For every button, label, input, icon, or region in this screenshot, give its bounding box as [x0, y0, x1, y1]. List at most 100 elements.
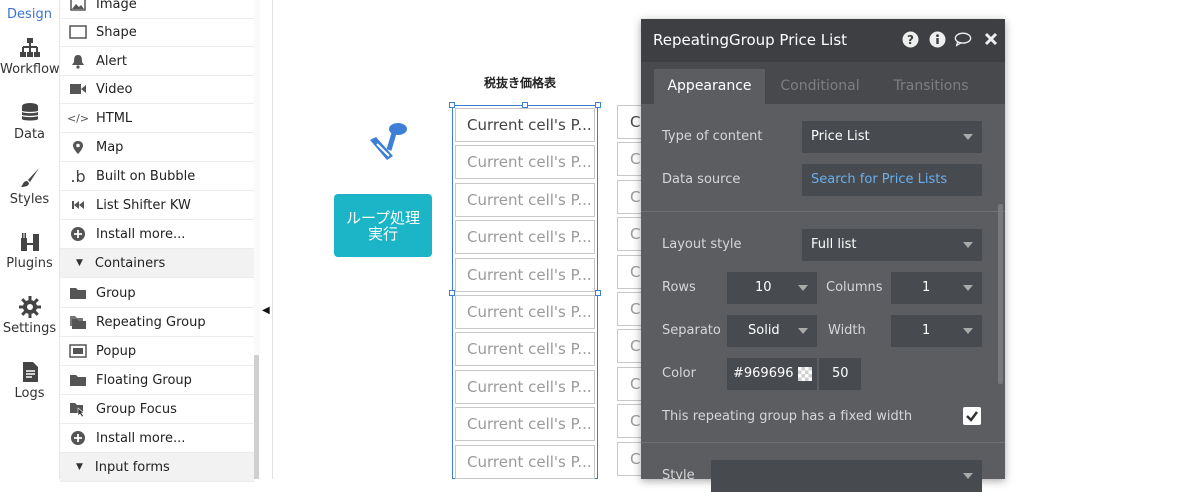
section-containers[interactable]: ▼ Containers	[60, 249, 254, 278]
resize-handle-top-left[interactable]	[449, 102, 455, 108]
rg-cell[interactable]: Current cell's P...	[455, 444, 595, 479]
folder-icon	[68, 285, 88, 301]
floating-folder-icon	[68, 372, 88, 388]
tab-appearance[interactable]: Appearance	[654, 69, 765, 104]
columns-label: Columns	[826, 280, 883, 295]
bubble-logo-icon[interactable]	[367, 120, 413, 166]
width-dropdown[interactable]: 1	[891, 315, 982, 347]
nav-styles[interactable]: Styles	[0, 166, 59, 207]
chevron-down-icon	[963, 242, 973, 248]
palette-item-repeating-group[interactable]: Repeating Group	[60, 308, 254, 337]
resize-handle-top[interactable]	[522, 102, 528, 108]
repeating-group-price-list[interactable]: Current cell's P... Current cell's P... Cu…	[452, 105, 598, 479]
nav-plugins[interactable]: Plugins	[0, 230, 59, 271]
separator-value: Solid	[748, 323, 780, 338]
palette-item-list-shifter[interactable]: List Shifter KW	[60, 191, 254, 220]
rg-cell[interactable]: Current cell's P...	[455, 369, 595, 404]
nav-design-label: Design	[7, 7, 52, 22]
caret-down-icon: ▼	[76, 462, 83, 472]
palette-item-label: HTML	[96, 110, 133, 126]
resize-handle-left[interactable]	[449, 290, 455, 296]
palette-item-shape[interactable]: Shape	[60, 18, 254, 47]
palette-item-image[interactable]: Image	[60, 0, 254, 19]
resize-handle-right[interactable]	[595, 290, 601, 296]
separator-dropdown[interactable]: Solid	[727, 315, 817, 347]
nav-logs-label: Logs	[14, 386, 45, 401]
data-source-label: Data source	[662, 172, 741, 187]
rg-cell[interactable]: Current cell's P...	[455, 145, 595, 180]
palette-item-floating-group[interactable]: Floating Group	[60, 366, 254, 395]
info-icon[interactable]	[928, 30, 946, 48]
help-icon[interactable]: ?	[901, 30, 919, 48]
layout-style-dropdown[interactable]: Full list	[802, 229, 982, 261]
color-swatch-icon[interactable]	[798, 367, 812, 381]
rows-value: 10	[755, 280, 772, 295]
type-of-content-label: Type of content	[662, 129, 763, 144]
tab-conditional[interactable]: Conditional	[768, 69, 872, 104]
palette-item-label: Install more...	[96, 430, 186, 446]
brush-icon	[20, 168, 39, 187]
video-icon	[68, 81, 88, 97]
collapse-panel-icon[interactable]: ◀	[262, 305, 270, 316]
palette-item-label: Repeating Group	[96, 314, 206, 330]
workflow-icon	[19, 38, 40, 57]
resize-handle-top-right[interactable]	[595, 102, 601, 108]
palette-item-group-focus[interactable]: Group Focus	[60, 395, 254, 424]
palette-item-install-more-containers[interactable]: Install more...	[60, 424, 254, 453]
nav-design[interactable]: Design	[0, 5, 59, 22]
nav-logs[interactable]: Logs	[0, 360, 59, 401]
property-editor-header[interactable]: RepeatingGroup Price List ?	[641, 19, 1005, 62]
nav-settings[interactable]: Settings	[0, 295, 59, 336]
fixed-width-checkbox[interactable]	[963, 407, 981, 425]
layout-style-value: Full list	[811, 237, 857, 252]
palette-item-alert[interactable]: Alert	[60, 47, 254, 76]
rg-cell[interactable]: Current cell's P...	[455, 332, 595, 367]
palette-item-video[interactable]: Video	[60, 75, 254, 104]
document-icon	[22, 362, 38, 382]
type-of-content-dropdown[interactable]: Price List	[802, 121, 982, 153]
rows-dropdown[interactable]: 10	[727, 272, 817, 304]
page-title-text[interactable]: 税抜き価格表	[484, 74, 556, 91]
palette-item-html[interactable]: </> HTML	[60, 104, 254, 133]
opacity-input[interactable]: 50	[819, 358, 861, 390]
data-source-field[interactable]: Search for Price Lists	[802, 164, 982, 196]
palette-item-popup[interactable]: Popup	[60, 337, 254, 366]
palette-item-built-on-bubble[interactable]: .b Built on Bubble	[60, 162, 254, 191]
tab-transitions[interactable]: Transitions	[879, 69, 983, 104]
rg-cell[interactable]: Current cell's P...	[455, 257, 595, 292]
palette-item-group[interactable]: Group	[60, 279, 254, 308]
loop-run-button[interactable]: ループ処理実行	[334, 194, 432, 257]
nav-data[interactable]: Data	[0, 101, 59, 142]
columns-dropdown[interactable]: 1	[891, 272, 982, 304]
rg-cell[interactable]: Current cell's P...	[455, 407, 595, 442]
palette-item-label: Group Focus	[96, 401, 177, 417]
property-editor-scrollbar[interactable]	[998, 204, 1003, 384]
tab-label: Conditional	[780, 78, 860, 94]
width-label: Width	[828, 323, 866, 338]
palette-item-label: Image	[96, 0, 137, 12]
nav-data-label: Data	[13, 127, 46, 142]
palette-item-install-more[interactable]: Install more...	[60, 220, 254, 249]
section-input-forms[interactable]: ▼ Input forms	[60, 453, 254, 482]
code-icon: </>	[66, 111, 90, 125]
nav-workflow[interactable]: Workflow	[0, 36, 60, 77]
comment-icon[interactable]	[954, 30, 972, 48]
property-editor-tabs: Appearance Conditional Transitions	[641, 62, 1005, 104]
style-dropdown[interactable]	[711, 460, 982, 492]
palette-item-map[interactable]: Map	[60, 133, 254, 162]
palette-scrollbar-thumb[interactable]	[254, 355, 259, 479]
palette-item-label: Install more...	[96, 226, 186, 242]
nav-plugins-label: Plugins	[6, 256, 53, 271]
rewind-icon	[68, 197, 88, 213]
rg-cell[interactable]: Current cell's P...	[455, 295, 595, 329]
close-icon[interactable]	[982, 30, 1000, 48]
nav-workflow-label: Workflow	[0, 62, 60, 77]
rg-cell[interactable]: Current cell's P...	[455, 182, 595, 217]
rg-cell[interactable]: Current cell's P...	[455, 108, 595, 142]
plus-circle-icon	[68, 226, 88, 242]
rg-cell[interactable]: Current cell's P...	[455, 220, 595, 255]
chevron-down-icon	[798, 328, 808, 334]
palette-item-label: List Shifter KW	[96, 197, 191, 213]
tab-label: Appearance	[667, 78, 752, 94]
section-label: Containers	[94, 255, 166, 271]
